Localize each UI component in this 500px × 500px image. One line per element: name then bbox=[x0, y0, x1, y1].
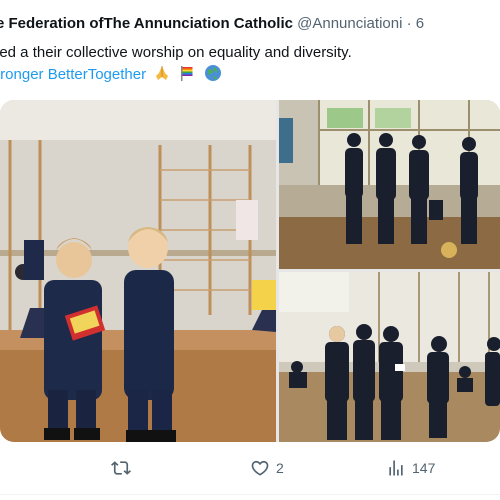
views-count: 147 bbox=[412, 460, 436, 476]
tweet-text-line: led a their collective worship on equali… bbox=[0, 44, 352, 61]
divider bbox=[0, 494, 500, 495]
author-handle[interactable]: @Annunciationi · 6 bbox=[297, 15, 424, 32]
tweet-header: e Federation ofThe Annunciation Catholic… bbox=[0, 14, 500, 34]
like-count: 2 bbox=[276, 460, 284, 476]
photo-children-reading[interactable] bbox=[0, 100, 276, 442]
like-button[interactable]: 2 bbox=[250, 458, 284, 478]
media-grid bbox=[0, 100, 500, 442]
hashtag-link[interactable]: tronger BetterTogether bbox=[0, 66, 146, 83]
tweet-text: led a their collective worship on equali… bbox=[0, 42, 500, 86]
views-bar-chart-icon bbox=[389, 460, 403, 476]
tweet-action-bar: 2 147 bbox=[0, 450, 500, 486]
photo-group-circle[interactable] bbox=[279, 272, 500, 442]
author-name[interactable]: e Federation ofThe Annunciation Catholic bbox=[0, 15, 293, 32]
heart-icon bbox=[251, 460, 269, 476]
views-button[interactable]: 147 bbox=[386, 458, 435, 478]
rainbow-flag-emoji bbox=[178, 64, 196, 82]
photo-group-acting[interactable] bbox=[279, 100, 500, 269]
folded-hands-emoji bbox=[153, 64, 171, 82]
retweet-button[interactable] bbox=[111, 458, 137, 478]
globe-emoji bbox=[204, 64, 222, 82]
retweet-icon bbox=[111, 461, 131, 475]
